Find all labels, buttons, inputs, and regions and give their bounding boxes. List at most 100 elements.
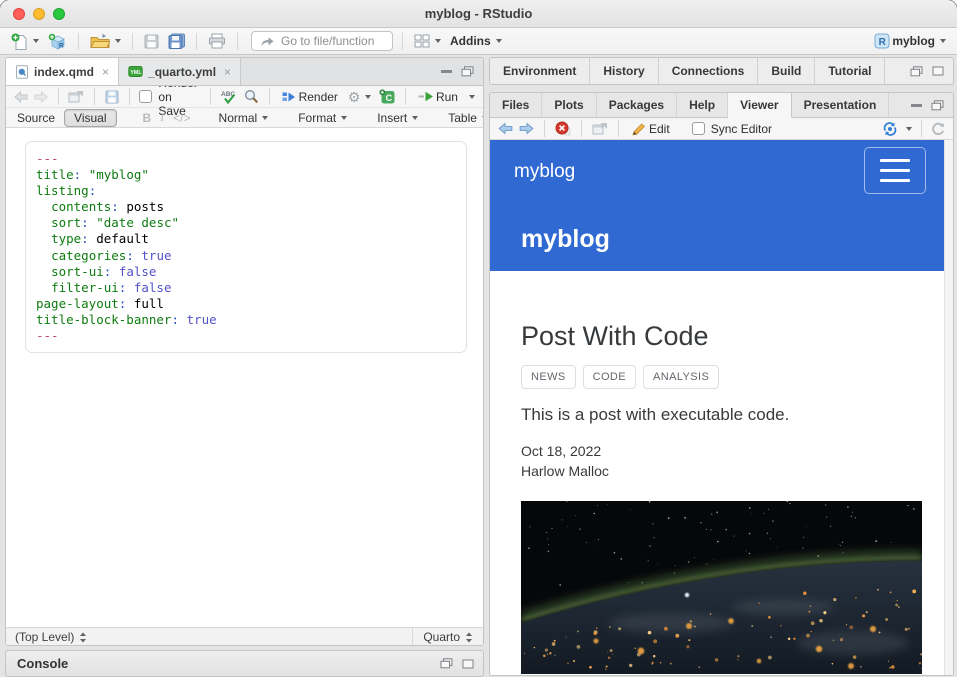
chevron-down-icon	[412, 116, 418, 120]
maximize-pane-icon[interactable]	[932, 66, 944, 76]
updown-icon	[465, 632, 473, 643]
source-mode-button[interactable]: Source	[17, 111, 55, 125]
console-title: Console	[17, 656, 68, 671]
restore-pane-icon[interactable]	[910, 66, 923, 77]
editor-tab-index.qmd[interactable]: index.qmd×	[6, 58, 119, 85]
maximize-pane-icon[interactable]	[931, 100, 944, 111]
updown-icon	[79, 632, 87, 643]
yaml-front-matter-block[interactable]: ---title: "myblog"listing: contents: pos…	[25, 141, 467, 353]
category-tag[interactable]: CODE	[583, 365, 636, 389]
paragraph-style-dropdown[interactable]: Normal	[217, 110, 271, 126]
tab-viewer[interactable]: Viewer	[728, 93, 791, 118]
save-all-button[interactable]	[166, 32, 187, 50]
source-editor-pane: index.qmd×YML_quarto.yml× Render on Save…	[5, 57, 484, 646]
tab-connections[interactable]: Connections	[659, 58, 759, 84]
search-icon[interactable]	[244, 89, 259, 104]
scrollbar[interactable]	[944, 140, 953, 676]
render-button[interactable]: Render	[280, 89, 340, 105]
code-line: sort: "date desc"	[36, 215, 466, 231]
editor-tab-_quarto.yml[interactable]: YML_quarto.yml×	[119, 58, 241, 85]
back-icon[interactable]	[498, 122, 513, 135]
render-on-save-checkbox[interactable]	[139, 90, 152, 103]
chevron-down-icon	[365, 95, 371, 99]
italic-button[interactable]: I	[160, 110, 164, 125]
close-icon[interactable]: ×	[102, 65, 109, 79]
spellcheck-icon[interactable]: ABC	[220, 89, 238, 105]
category-tag[interactable]: ANALYSIS	[643, 365, 719, 389]
minimize-pane-icon[interactable]	[441, 70, 452, 73]
chevron-down-icon[interactable]	[906, 127, 912, 131]
hamburger-menu-button[interactable]	[864, 147, 926, 194]
goto-file-placeholder: Go to file/function	[281, 34, 374, 48]
format-menu[interactable]: Format	[296, 110, 349, 126]
tab-history[interactable]: History	[590, 58, 658, 84]
maximize-pane-icon[interactable]	[462, 659, 474, 669]
filetype-dropdown[interactable]: Quarto	[412, 628, 483, 646]
save-icon[interactable]	[105, 90, 119, 104]
print-button[interactable]	[206, 32, 228, 50]
open-file-button[interactable]	[88, 32, 123, 50]
goto-file-input[interactable]: Go to file/function	[251, 31, 393, 51]
new-project-icon: R	[48, 33, 67, 50]
render-icon	[282, 91, 297, 103]
new-file-button[interactable]	[9, 32, 41, 51]
tab-presentation[interactable]: Presentation	[792, 93, 890, 117]
tab-label: _quarto.yml	[148, 65, 216, 79]
visual-mode-button[interactable]: Visual	[64, 109, 116, 127]
save-button[interactable]	[142, 33, 161, 50]
earth-night-image	[521, 501, 922, 674]
chevron-down-icon[interactable]	[469, 95, 475, 99]
editor-content[interactable]: ---title: "myblog"listing: contents: pos…	[6, 128, 483, 627]
toolbar-separator	[544, 120, 545, 137]
run-button[interactable]: Run	[416, 89, 460, 105]
insert-chunk-icon[interactable]: C	[379, 89, 395, 104]
maximize-pane-icon[interactable]	[461, 66, 474, 77]
scope-label: (Top Level)	[15, 630, 74, 644]
bold-button[interactable]: B	[143, 111, 152, 125]
sync-icon[interactable]	[882, 122, 898, 136]
toolbar-separator	[78, 33, 79, 50]
run-icon	[418, 91, 434, 102]
back-icon[interactable]	[14, 91, 28, 103]
close-icon[interactable]: ×	[224, 65, 231, 79]
save-icon	[144, 34, 159, 49]
new-file-icon	[11, 33, 28, 50]
grid-icon	[414, 34, 430, 48]
insert-menu-label: Insert	[377, 111, 407, 125]
render-options-button[interactable]: ⚙	[346, 89, 374, 105]
project-menu-button[interactable]: R myblog	[872, 32, 948, 50]
tab-tutorial[interactable]: Tutorial	[815, 58, 885, 84]
tab-build[interactable]: Build	[758, 58, 815, 84]
minimize-pane-icon[interactable]	[911, 104, 922, 107]
edit-button[interactable]: Edit	[629, 121, 672, 137]
tab-help[interactable]: Help	[677, 93, 728, 117]
tab-plots[interactable]: Plots	[542, 93, 596, 117]
code-line: type: default	[36, 231, 466, 247]
addins-button[interactable]: Addins	[448, 33, 504, 49]
new-project-button[interactable]: R	[46, 32, 69, 51]
forward-icon[interactable]	[519, 122, 534, 135]
sync-editor-checkbox[interactable]	[692, 122, 705, 135]
category-tag[interactable]: NEWS	[521, 365, 576, 389]
tab-packages[interactable]: Packages	[597, 93, 677, 117]
insert-menu[interactable]: Insert	[375, 110, 420, 126]
open-new-window-icon[interactable]	[592, 122, 608, 135]
hamburger-icon	[880, 159, 910, 162]
blog-nav-title[interactable]: myblog	[514, 161, 575, 183]
restore-pane-icon[interactable]	[440, 658, 453, 669]
code-button[interactable]: </>	[173, 111, 190, 125]
viewer-content: myblog myblog Post With Code NEWSCODEANA…	[490, 140, 953, 676]
viewer-tabbar: FilesPlotsPackagesHelpViewerPresentation	[490, 93, 953, 118]
tab-environment[interactable]: Environment	[490, 58, 590, 84]
toolbar-separator	[196, 33, 197, 50]
stop-icon[interactable]	[555, 121, 571, 136]
tab-files[interactable]: Files	[490, 93, 542, 117]
paragraph-style-label: Normal	[219, 111, 258, 125]
pane-layout-button[interactable]	[412, 33, 443, 49]
open-new-window-icon[interactable]	[68, 90, 84, 103]
scope-dropdown[interactable]: (Top Level)	[15, 630, 87, 644]
refresh-icon[interactable]	[931, 122, 945, 136]
table-menu[interactable]: Table	[446, 110, 484, 126]
forward-icon[interactable]	[34, 91, 48, 103]
svg-text:R: R	[59, 42, 64, 49]
